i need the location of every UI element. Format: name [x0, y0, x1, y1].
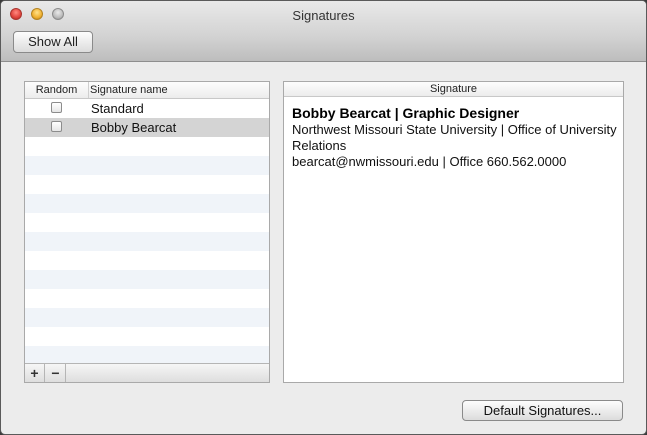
list-row-bobby-bearcat[interactable]: Bobby Bearcat: [25, 118, 269, 137]
signature-line-contact: bearcat@nwmissouri.edu | Office 660.562.…: [292, 154, 567, 169]
list-rows: Standard Bobby Bearcat: [25, 99, 269, 365]
random-checkbox-standard[interactable]: [51, 102, 62, 113]
signature-list: Random Signature name Standard Bobby Bea…: [24, 81, 270, 383]
signatures-window: Signatures Show All Random Signature nam…: [0, 0, 647, 435]
column-header-signature-name[interactable]: Signature name: [90, 82, 168, 98]
signature-line-organization: Northwest Missouri State University | Of…: [292, 122, 617, 153]
signature-header: Signature: [284, 82, 623, 97]
signature-name-bobby-bearcat: Bobby Bearcat: [91, 120, 177, 135]
empty-row: [25, 251, 269, 270]
empty-row: [25, 137, 269, 156]
empty-row: [25, 289, 269, 308]
default-signatures-button[interactable]: Default Signatures...: [462, 400, 623, 421]
signature-name-standard: Standard: [91, 101, 144, 116]
list-row-standard[interactable]: Standard: [25, 99, 269, 118]
empty-row: [25, 175, 269, 194]
list-header: Random Signature name: [25, 82, 269, 99]
signature-title: Bobby Bearcat | Graphic Designer: [292, 105, 520, 121]
empty-row: [25, 308, 269, 327]
signature-content[interactable]: Bobby Bearcat | Graphic Designer Northwe…: [292, 104, 617, 170]
empty-row: [25, 232, 269, 251]
random-checkbox-bobby-bearcat[interactable]: [51, 121, 62, 132]
signature-editor[interactable]: Signature Bobby Bearcat | Graphic Design…: [283, 81, 624, 383]
list-footer: + −: [25, 363, 269, 382]
empty-row: [25, 213, 269, 232]
window-title: Signatures: [292, 8, 355, 23]
add-signature-button[interactable]: +: [25, 364, 45, 382]
column-header-random[interactable]: Random: [25, 82, 89, 98]
empty-row: [25, 194, 269, 213]
empty-row: [25, 327, 269, 346]
empty-row: [25, 270, 269, 289]
title-bar: Signatures Show All: [1, 1, 646, 62]
show-all-button[interactable]: Show All: [13, 31, 93, 53]
remove-signature-button[interactable]: −: [46, 364, 66, 382]
empty-row: [25, 156, 269, 175]
